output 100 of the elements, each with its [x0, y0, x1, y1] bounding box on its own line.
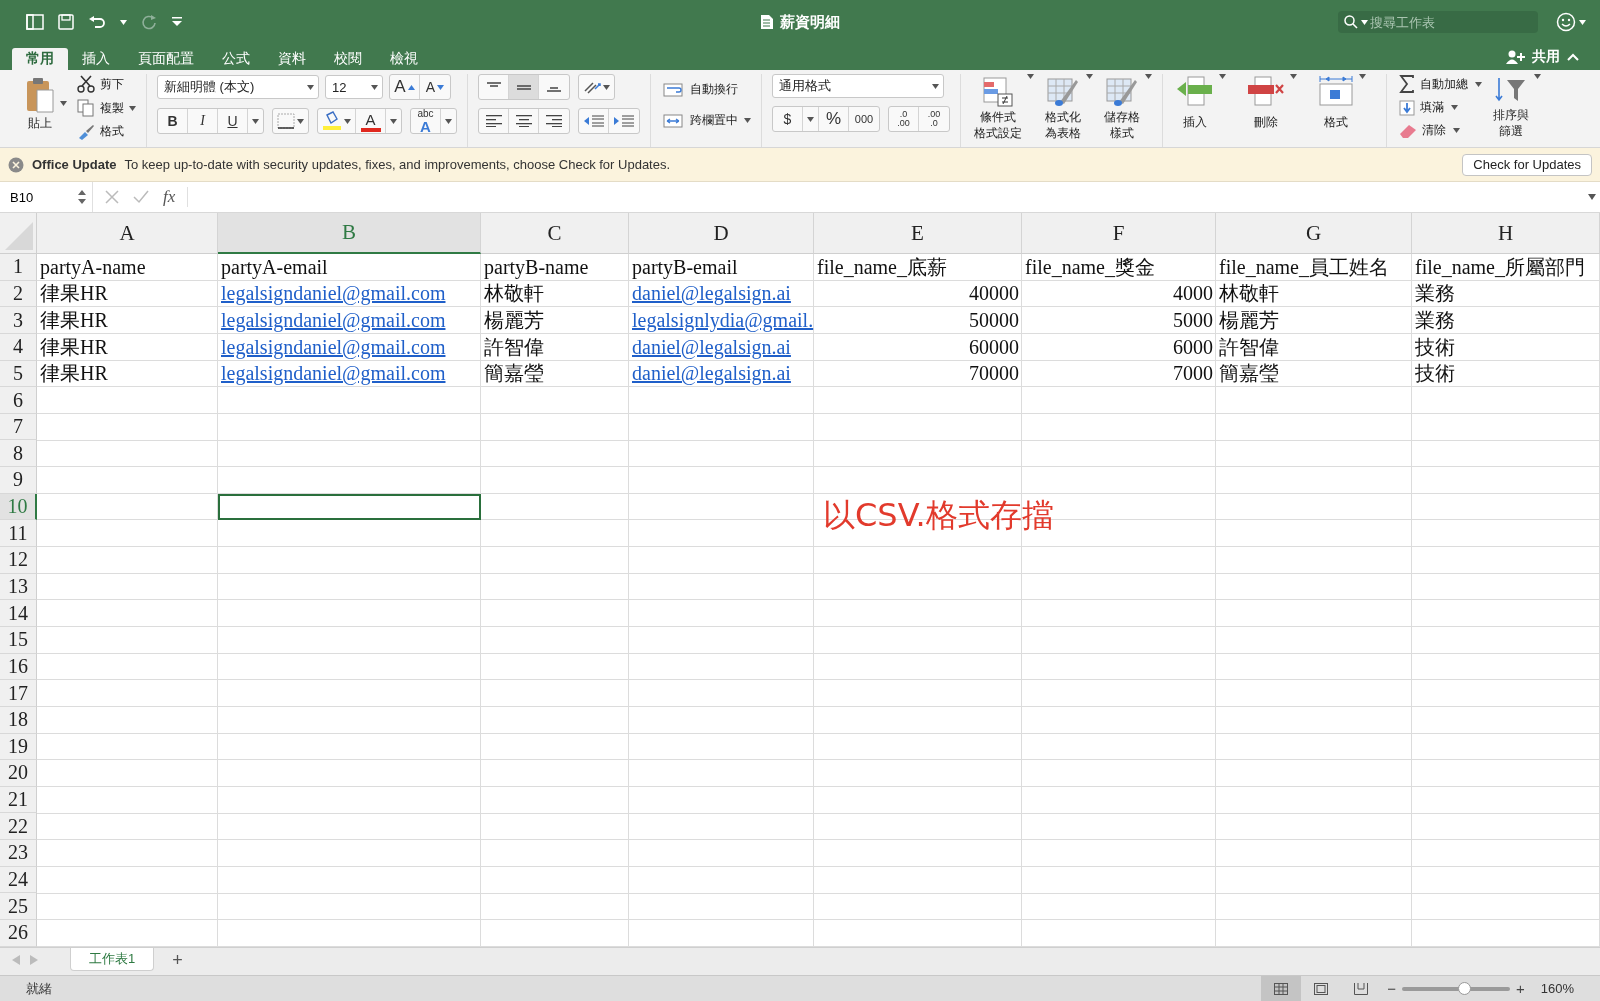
row-header[interactable]: 13 [0, 573, 37, 601]
wrap-text-button[interactable]: 自動換行 [661, 80, 751, 99]
cell-cursor[interactable] [218, 493, 481, 521]
delete-cells-icon [1247, 76, 1285, 106]
email-link[interactable]: legalsignlydia@gmail. [629, 309, 817, 333]
cut-button[interactable]: 剪下 [75, 74, 136, 94]
column-header[interactable]: G [1216, 213, 1412, 254]
insert-cells-button[interactable]: 插入 [1173, 74, 1217, 132]
sort-filter-button[interactable]: 排序與 篩選 [1490, 74, 1532, 141]
email-link[interactable]: daniel@legalsign.ai [629, 362, 794, 386]
email-link[interactable]: daniel@legalsign.ai [629, 282, 794, 306]
row-header[interactable]: 19 [0, 733, 37, 761]
underline-button[interactable]: U [218, 109, 248, 133]
merge-center-button[interactable]: 跨欄置中 [661, 111, 740, 130]
table-cell-text: 50000 [968, 309, 1020, 333]
number-format-field[interactable]: 通用格式 [772, 74, 944, 98]
borders-button[interactable] [272, 108, 309, 134]
zoom-out-button[interactable]: − [1381, 980, 1402, 997]
delete-cells-button[interactable]: 刪除 [1244, 74, 1288, 132]
font-name-field[interactable]: 新細明體 (本文) [157, 75, 319, 99]
row-header[interactable]: 8 [0, 440, 37, 468]
decrease-decimal-button[interactable]: .00 .0 [919, 107, 949, 131]
currency-button[interactable]: $ [773, 107, 803, 131]
zoom-thumb[interactable] [1457, 981, 1471, 995]
email-link[interactable]: legalsigndaniel@gmail.com [218, 282, 449, 306]
percent-button[interactable]: % [819, 107, 849, 131]
ribbon-tab[interactable]: 校閱 [320, 48, 376, 70]
comma-style-button[interactable]: 000 [849, 107, 879, 131]
email-link[interactable]: daniel@legalsign.ai [629, 335, 794, 359]
grow-font-button[interactable]: A [390, 75, 420, 99]
shrink-font-button[interactable]: A [420, 75, 450, 99]
row-header[interactable]: 7 [0, 413, 37, 441]
email-link[interactable]: legalsigndaniel@gmail.com [218, 309, 449, 333]
column-header[interactable]: F [1022, 213, 1216, 254]
row-header[interactable]: 17 [0, 680, 37, 707]
row-header[interactable]: 10 [0, 493, 37, 521]
row-header[interactable]: 2 [0, 280, 37, 308]
row-header[interactable]: 16 [0, 653, 37, 681]
row-header[interactable]: 1 [0, 254, 37, 281]
column-header[interactable]: B [218, 213, 481, 254]
column-header[interactable]: E [814, 213, 1022, 254]
row-header[interactable]: 26 [0, 920, 37, 947]
grid-icon [1274, 982, 1289, 995]
share-button[interactable]: 共用 [1506, 44, 1588, 70]
font-size-field[interactable]: 12 [325, 75, 383, 99]
phonetic-button[interactable]: abc A [411, 109, 441, 133]
format-cells-button[interactable]: 格式 [1315, 74, 1357, 132]
zoom-in-button[interactable]: + [1510, 980, 1531, 997]
cell-styles-button[interactable]: 儲存格 樣式 [1101, 74, 1143, 143]
row-header[interactable]: 22 [0, 813, 37, 841]
row-header[interactable]: 9 [0, 467, 37, 494]
column-header[interactable]: D [629, 213, 814, 254]
italic-button[interactable]: I [188, 109, 218, 133]
ribbon-tab[interactable]: 公式 [208, 48, 264, 70]
email-link[interactable]: legalsigndaniel@gmail.com [218, 335, 449, 359]
normal-view-button[interactable] [1261, 976, 1302, 1001]
autosum-button[interactable]: 自動加總 [1397, 74, 1470, 94]
ribbon-tab[interactable]: 插入 [68, 48, 124, 70]
fill-button[interactable]: 填滿 [1397, 98, 1446, 117]
format-painter-button[interactable]: 格式 [75, 122, 136, 141]
paste-button[interactable]: 貼上 [22, 74, 58, 133]
bold-button[interactable]: B [158, 109, 188, 133]
email-link[interactable]: legalsigndaniel@gmail.com [218, 362, 449, 386]
row-header[interactable]: 20 [0, 760, 37, 787]
row-header[interactable]: 23 [0, 840, 37, 867]
row-header[interactable]: 14 [0, 600, 37, 627]
column-header[interactable]: C [481, 213, 629, 254]
function-button[interactable]: fx [163, 187, 176, 207]
sheet-tab[interactable]: 工作表1 [70, 948, 155, 971]
orientation-button[interactable] [578, 74, 615, 100]
ribbon-tab[interactable]: 常用 [12, 48, 68, 70]
row-header[interactable]: 12 [0, 547, 37, 574]
font-color-button[interactable]: A [356, 109, 386, 133]
row-header[interactable]: 4 [0, 333, 37, 361]
copy-button[interactable]: 複製 [75, 98, 126, 118]
row-header[interactable]: 11 [0, 520, 37, 548]
row-header[interactable]: 24 [0, 866, 37, 894]
column-header[interactable]: A [37, 213, 218, 254]
row-header[interactable]: 3 [0, 307, 37, 334]
column-header[interactable]: H [1412, 213, 1600, 254]
text-box[interactable]: 以CSV.格式存擋 [823, 494, 1054, 538]
align-middle-button[interactable] [509, 75, 539, 99]
add-sheet-button[interactable]: + [164, 948, 191, 972]
conditional-format-button[interactable]: 條件式 格式設定 [971, 74, 1025, 143]
format-table-button[interactable]: 格式化 為表格 [1042, 74, 1084, 143]
row-header[interactable]: 21 [0, 786, 37, 814]
search-field[interactable]: 搜尋工作表 [1338, 11, 1538, 33]
check-updates-button[interactable]: Check for Updates [1462, 153, 1592, 176]
increase-decimal-button[interactable]: .0 .00 [889, 107, 919, 131]
clear-button[interactable]: 清除 [1397, 121, 1448, 140]
row-header[interactable]: 25 [0, 893, 37, 920]
row-header[interactable]: 6 [0, 387, 37, 414]
ribbon-tab[interactable]: 檢視 [376, 48, 432, 70]
ribbon-tab[interactable]: 頁面配置 [124, 48, 208, 70]
row-header[interactable]: 5 [0, 360, 37, 388]
ribbon-tab[interactable]: 資料 [264, 48, 320, 70]
row-header[interactable]: 15 [0, 626, 37, 654]
row-header[interactable]: 18 [0, 706, 37, 734]
table-cell-text: 7000 [1172, 362, 1214, 386]
name-box[interactable]: B10 [0, 182, 93, 212]
